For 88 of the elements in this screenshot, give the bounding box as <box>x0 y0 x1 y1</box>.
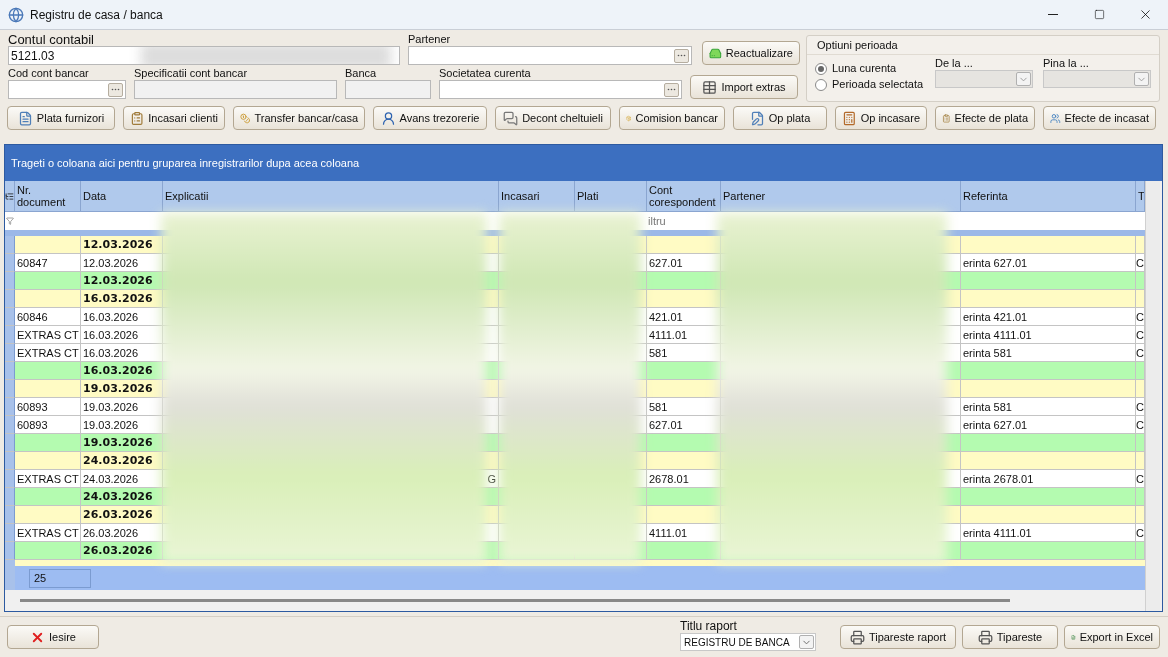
import-button[interactable]: Import extras <box>690 75 798 99</box>
table-icon <box>702 79 718 95</box>
printer-icon <box>849 629 865 645</box>
column-header[interactable]: Referinta <box>961 181 1136 211</box>
ellipsis-icon <box>677 54 686 57</box>
vertical-scrollbar[interactable] <box>1145 181 1160 611</box>
column-header[interactable]: Data <box>81 181 163 211</box>
row-indicator[interactable] <box>5 254 15 272</box>
toolbar-button[interactable]: Op incasare <box>835 106 927 130</box>
toolbar-button[interactable]: Incasari clienti <box>123 106 225 130</box>
column-header[interactable]: Cont corespondent <box>647 181 721 211</box>
coins-icon <box>240 110 251 126</box>
report-title-combo[interactable]: REGISTRU DE BANCA <box>680 633 816 651</box>
printer-icon <box>977 629 993 645</box>
ellipsis-icon <box>111 88 120 91</box>
radio-label: Perioada selectata <box>832 78 924 91</box>
footer-button[interactable]: Tipareste <box>962 625 1058 649</box>
row-indicator[interactable] <box>5 326 15 344</box>
browse-button[interactable] <box>674 48 689 63</box>
minimize-icon <box>1048 14 1058 15</box>
row-indicator[interactable] <box>5 542 15 560</box>
filter-icon[interactable] <box>6 217 14 225</box>
company-field[interactable] <box>439 80 682 99</box>
browse-button[interactable] <box>108 82 123 97</box>
clipboard-icon <box>130 110 145 126</box>
app-icon <box>8 6 24 23</box>
window-title: Registru de casa / banca <box>30 7 164 22</box>
radio-button[interactable] <box>815 62 827 75</box>
toolbar-button[interactable]: Plata furnizori <box>7 106 115 130</box>
column-header[interactable]: Partener <box>721 181 961 211</box>
column-chooser-icon[interactable] <box>5 191 14 201</box>
row-indicator[interactable] <box>5 308 15 326</box>
filter-hint: iltru <box>648 215 666 227</box>
maximize-icon <box>1093 9 1105 20</box>
document-icon <box>17 110 33 126</box>
toolbar-button[interactable]: Comision bancar <box>619 106 725 130</box>
row-indicator[interactable] <box>5 380 15 398</box>
toolbar-button[interactable]: Op plata <box>733 106 827 130</box>
partner-field[interactable] <box>408 46 692 65</box>
toolbar-button[interactable]: Efecte de incasat <box>1043 106 1156 130</box>
toolbar-button[interactable]: Transfer bancar/casa <box>233 106 365 130</box>
row-indicator[interactable] <box>5 416 15 434</box>
bank-code-field[interactable] <box>8 80 126 99</box>
column-header[interactable]: Incasari <box>499 181 575 211</box>
field-label: Specificatii cont bancar <box>134 67 249 80</box>
group-hint: Trageti o coloana aici pentru gruparea inregistrarilor dupa acea coloana <box>11 157 360 169</box>
field-label: Societatea curenta <box>439 67 532 80</box>
column-header[interactable]: Plati <box>575 181 647 211</box>
field-label: Cod cont bancar <box>8 67 90 80</box>
row-indicator[interactable] <box>5 488 15 506</box>
field-label: Pina la ... <box>1043 57 1090 70</box>
column-header[interactable]: Nr. document <box>15 181 81 211</box>
ellipsis-icon <box>667 88 676 91</box>
row-indicator[interactable] <box>5 362 15 380</box>
refresh-button[interactable]: Reactualizare <box>702 41 800 65</box>
toolbar-button[interactable]: Efecte de plata <box>935 106 1035 130</box>
person-icon <box>380 110 396 126</box>
field-label: Titlu raport <box>680 620 738 633</box>
radio-button[interactable] <box>815 78 827 91</box>
toolbar-button[interactable]: Avans trezorerie <box>373 106 487 130</box>
row-indicator[interactable] <box>5 434 15 452</box>
row-indicator[interactable] <box>5 344 15 362</box>
row-indicator[interactable] <box>5 470 15 488</box>
row-indicator[interactable] <box>5 524 15 542</box>
row-indicator[interactable] <box>5 506 15 524</box>
field-label: Contul contabil <box>8 34 95 46</box>
exit-button[interactable]: Iesire <box>7 625 99 649</box>
row-indicator[interactable] <box>5 452 15 470</box>
field-label: Banca <box>345 67 378 80</box>
radio-label: Luna curenta <box>832 62 897 75</box>
toolbar-button[interactable]: Decont cheltuieli <box>495 106 611 130</box>
calculator-icon <box>842 110 857 126</box>
footer-button[interactable]: Tipareste raport <box>840 625 956 649</box>
field-label: De la ... <box>935 57 974 70</box>
row-indicator[interactable] <box>5 272 15 290</box>
record-count: 25 <box>29 568 91 588</box>
row-indicator[interactable] <box>5 236 15 254</box>
browse-button[interactable] <box>664 82 679 97</box>
chat-icon <box>503 110 519 126</box>
group-title: Optiuni perioada <box>807 36 1159 55</box>
column-header[interactable]: Explicatii <box>163 181 499 211</box>
account-field[interactable]: 5121.03 <box>8 46 400 65</box>
field-label: Partener <box>408 33 452 46</box>
scrollbar-thumb[interactable] <box>20 599 1010 602</box>
row-indicator[interactable] <box>5 290 15 308</box>
footer-button[interactable]: Export in Excel <box>1064 625 1160 649</box>
pencil-document-icon <box>749 110 765 126</box>
row-indicator[interactable] <box>5 398 15 416</box>
